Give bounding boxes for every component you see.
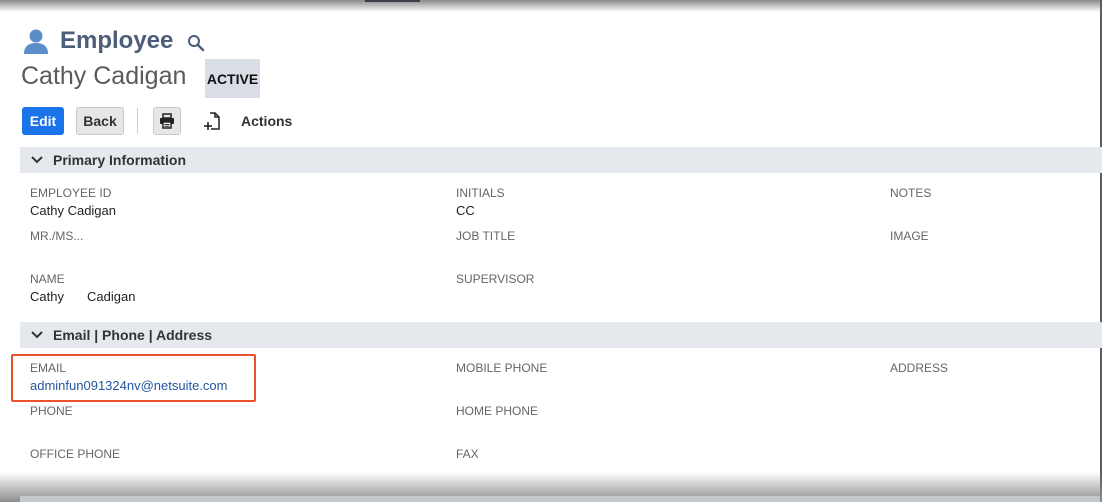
status-badge: ACTIVE	[205, 59, 260, 98]
top-edge-bar	[365, 0, 420, 2]
search-icon[interactable]	[187, 34, 205, 52]
office-phone-label: OFFICE PHONE	[30, 447, 121, 461]
initials-label: INITIALS	[456, 186, 505, 200]
top-shadow	[0, 0, 1102, 12]
chevron-down-icon	[31, 156, 43, 164]
name-label: NAME	[30, 272, 65, 286]
print-button[interactable]	[153, 107, 181, 135]
toolbar-divider	[137, 108, 138, 134]
job-title-label: JOB TITLE	[456, 229, 516, 243]
section-title: Primary Information	[53, 152, 187, 168]
employee-id-label: EMPLOYEE ID	[30, 186, 112, 200]
last-name-value: Cadigan	[87, 289, 136, 304]
actions-icon[interactable]	[203, 111, 223, 131]
bottom-section-bar	[20, 496, 1100, 502]
employee-id-value: Cathy Cadigan	[30, 203, 116, 218]
record-name: Cathy Cadigan	[21, 62, 187, 90]
salutation-label: MR./MS...	[30, 229, 84, 243]
actions-menu[interactable]: Actions	[241, 113, 292, 129]
fax-label: FAX	[456, 447, 479, 461]
print-icon	[160, 113, 174, 129]
notes-label: NOTES	[890, 186, 932, 200]
email-highlight-box	[11, 354, 256, 402]
back-button[interactable]: Back	[76, 107, 124, 135]
section-email-phone-address[interactable]: Email | Phone | Address	[20, 322, 1102, 348]
home-phone-label: HOME PHONE	[456, 404, 539, 418]
record-type-title: Employee	[60, 27, 174, 54]
image-label: IMAGE	[890, 229, 929, 243]
mobile-phone-label: MOBILE PHONE	[456, 361, 548, 375]
person-icon	[24, 29, 48, 54]
section-title: Email | Phone | Address	[53, 327, 213, 343]
address-label: ADDRESS	[890, 361, 949, 375]
chevron-down-icon	[31, 331, 43, 339]
supervisor-label: SUPERVISOR	[456, 272, 535, 286]
phone-label: PHONE	[30, 404, 73, 418]
record-title-row: Employee	[22, 26, 205, 56]
section-primary-information[interactable]: Primary Information	[20, 147, 1102, 173]
initials-value: CC	[456, 203, 475, 218]
edit-button[interactable]: Edit	[22, 107, 64, 135]
first-name-value: Cathy	[30, 289, 64, 304]
